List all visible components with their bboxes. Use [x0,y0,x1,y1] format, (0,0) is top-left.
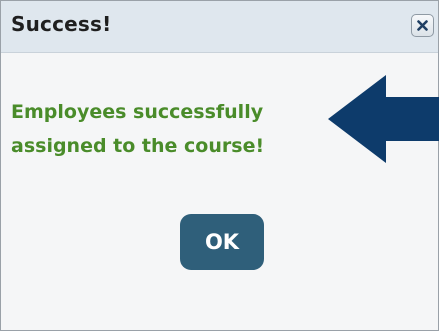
left-arrow-icon [328,75,439,167]
dialog-title-bar: Success! [1,1,438,53]
dialog-title: Success! [11,12,112,36]
close-button[interactable] [411,14,434,37]
close-icon [417,20,428,31]
success-dialog: Success! Employees successfully assigned… [0,0,439,331]
success-message-line-2: assigned to the course! [11,135,265,157]
success-message-line-1: Employees successfully [11,101,264,123]
success-message: Employees successfully assigned to the c… [11,95,331,163]
ok-button[interactable]: OK [180,214,264,270]
